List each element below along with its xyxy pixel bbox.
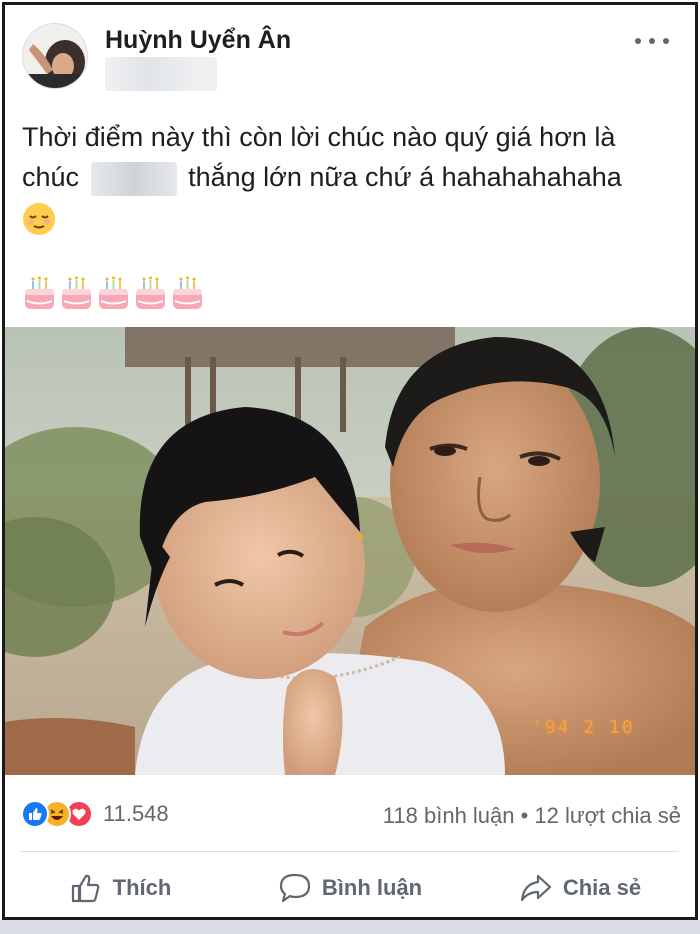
- post-message: Thời điểm này thì còn lời chúc nào quý g…: [22, 117, 682, 237]
- birthday-cake-emojis: [22, 275, 205, 315]
- comment-bubble-icon: [279, 873, 310, 903]
- post-message-line-3: [22, 197, 682, 237]
- birthday-cake-emoji-icon: [99, 276, 128, 309]
- post-message-line-2: chúc thắng lớn nữa chứ á hahahahahaha: [22, 157, 682, 197]
- like-button[interactable]: Thích: [5, 861, 235, 915]
- post-stats: 11.548 118 bình luận • 12 lượt chia sẻ: [5, 789, 695, 839]
- comment-label: Bình luận: [321, 875, 423, 900]
- birthday-cake-emoji-icon: [25, 276, 54, 309]
- more-options-icon[interactable]: [635, 31, 669, 51]
- post-card: Huỳnh Uyển Ân Thời điểm này thì còn lời …: [2, 2, 698, 920]
- photo-date-stamp: '94 2 10: [532, 717, 635, 738]
- like-reaction-icon: [21, 800, 49, 828]
- avatar[interactable]: [22, 23, 88, 89]
- post-photo[interactable]: '94 2 10: [5, 327, 695, 775]
- post-meta-redacted: [105, 57, 217, 91]
- reaction-summary[interactable]: 11.548: [21, 799, 169, 829]
- divider: [21, 851, 679, 852]
- birthday-cake-emoji-icon: [173, 276, 202, 309]
- thumbs-up-icon: [71, 874, 100, 903]
- relieved-face-emoji-icon: [23, 202, 55, 235]
- share-label: Chia sẻ: [562, 875, 642, 900]
- post-message-line-1: Thời điểm này thì còn lời chúc nào quý g…: [22, 122, 616, 152]
- birthday-cake-emoji-icon: [62, 276, 91, 309]
- post-action-bar: Thích Bình luận Chia sẻ: [5, 861, 695, 915]
- author-name[interactable]: Huỳnh Uyển Ân: [105, 26, 291, 55]
- share-arrow-icon: [520, 874, 551, 902]
- birthday-cake-emoji-icon: [136, 276, 165, 309]
- comment-button[interactable]: Bình luận: [235, 861, 465, 915]
- post-message-chuc: chúc: [22, 162, 80, 192]
- share-button[interactable]: Chia sẻ: [465, 861, 695, 915]
- like-label: Thích: [112, 875, 172, 900]
- post-message-rest: thắng lớn nữa chứ á hahahahahaha: [188, 162, 622, 192]
- comments-shares-count[interactable]: 118 bình luận • 12 lượt chia sẻ: [383, 803, 681, 829]
- bottom-strip: [0, 920, 700, 934]
- reaction-count: 11.548: [103, 801, 169, 826]
- redacted-name: [90, 161, 177, 196]
- post-header: Huỳnh Uyển Ân: [5, 5, 695, 105]
